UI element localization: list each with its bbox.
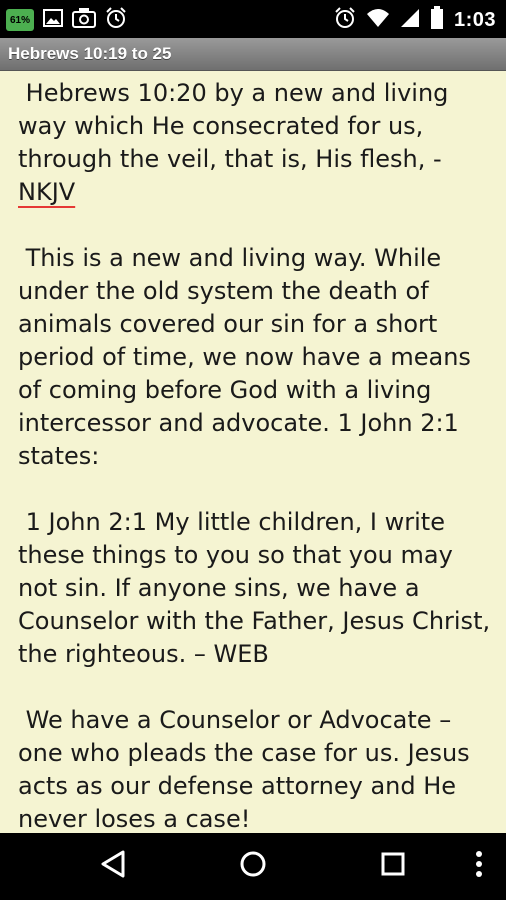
battery-icon (430, 6, 444, 34)
status-bar: 61% 1:03 (0, 0, 506, 38)
status-notifications: 61% (6, 7, 127, 33)
paragraph-commentary: This is a new and living way. While unde… (18, 244, 479, 470)
translation-ref: NKJV (18, 178, 76, 206)
more-options-button[interactable] (462, 849, 496, 883)
more-icon (474, 849, 484, 883)
signal-icon (400, 7, 420, 33)
alarm-icon (105, 7, 127, 33)
wifi-icon (366, 7, 390, 33)
back-button[interactable] (96, 849, 130, 883)
paragraph-cross-reference: 1 John 2:1 My little children, I write t… (18, 508, 498, 668)
page-title: Hebrews 10:19 to 25 (8, 44, 172, 63)
paragraph-verse: Hebrews 10:20 by a new and living way wh… (18, 77, 498, 209)
alarm-icon (334, 7, 356, 33)
home-icon (238, 849, 268, 883)
battery-percent: 61% (9, 14, 30, 26)
devotional-content[interactable]: Hebrews 10:20 by a new and living way wh… (0, 71, 506, 833)
title-bar: Hebrews 10:19 to 25 (0, 38, 506, 71)
camera-icon (72, 7, 96, 33)
clock: 1:03 (453, 8, 496, 31)
back-icon (99, 849, 127, 883)
status-system: 1:03 (334, 6, 496, 34)
devotional-text: Hebrews 10:20 by a new and living way wh… (18, 77, 498, 833)
battery-icon: 61% (6, 9, 34, 31)
navigation-bar (0, 833, 506, 900)
verse-text: Hebrews 10:20 by a new and living way wh… (18, 79, 457, 173)
paragraph-conclusion: We have a Counselor or Advocate – one wh… (18, 706, 478, 833)
recents-button[interactable] (376, 849, 410, 883)
image-icon (43, 8, 63, 32)
home-button[interactable] (236, 849, 270, 883)
recents-icon (379, 850, 407, 882)
